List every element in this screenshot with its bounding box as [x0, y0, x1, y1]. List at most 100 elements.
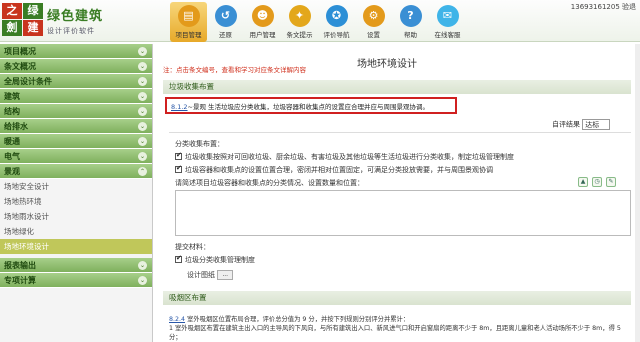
checkbox-row[interactable]: 垃圾容器和收集点的设置位置合理，密闭并相对位置固定，可满足分类投放需要，并与周围…: [175, 164, 493, 175]
user-account[interactable]: 13693161205 验退: [571, 2, 636, 12]
chevron-down-icon: ⌄: [138, 47, 147, 56]
chevron-up-icon: ⌃: [138, 167, 147, 176]
sidebar-item-clause-overview[interactable]: 条文概况 ⌄: [0, 59, 152, 74]
drawing-label: 设计图纸: [187, 271, 215, 279]
nav-undo[interactable]: ↺ 还原: [207, 2, 244, 42]
chevron-down-icon: ⌄: [138, 77, 147, 86]
checkbox[interactable]: [175, 164, 182, 173]
sidebar-item-label: 结构: [4, 107, 20, 116]
clause-note: 注：点击条文编号，查看和学习对应条文详解内容: [163, 66, 306, 74]
nav-label: 用户管理: [249, 31, 276, 39]
nav-online-service[interactable]: ✉ 在线客服: [429, 2, 466, 42]
sidebar-item-label: 专项计算: [4, 276, 36, 285]
chevron-down-icon: ⌄: [138, 276, 147, 285]
sidebar-item-project-overview[interactable]: 项目概况 ⌄: [0, 44, 152, 59]
requirement-text: ~景观 生活垃圾应分类收集，垃圾容器和收集点的设置应合理并应与周围景观协调。: [187, 103, 430, 111]
logo-char: 绿: [23, 3, 43, 19]
chevron-down-icon: ⌄: [138, 62, 147, 71]
user-icon: ☻: [251, 5, 274, 27]
requirement-box: 8.1.2~景观 生活垃圾应分类收集，垃圾容器和收集点的设置应合理并应与周围景观…: [165, 97, 457, 114]
sidebar-item-label: 电气: [4, 152, 20, 161]
sidebar-item-plumbing[interactable]: 给排水 ⌄: [0, 119, 152, 134]
logo-char: 劍: [2, 20, 22, 36]
divider: [169, 132, 631, 133]
checkbox-label: 垃圾收集按照对可回收垃圾、厨余垃圾、有害垃圾及其他垃圾等生活垃圾进行分类收集，制…: [185, 153, 514, 161]
clause-link[interactable]: 8.2.4: [169, 316, 185, 323]
sidebar-item-report-output[interactable]: 报表输出 ⌄: [0, 258, 152, 273]
sidebar-item-landscape[interactable]: 景观 ⌃: [0, 164, 152, 179]
edit-icon[interactable]: ✎: [606, 177, 616, 187]
sidebar-subitem-site-safety[interactable]: 场地安全设计: [0, 179, 152, 194]
checkbox-label: 垃圾容器和收集点的设置位置合理，密闭并相对位置固定，可满足分类投放需要，并与周围…: [185, 166, 493, 174]
undo-icon: ↺: [214, 5, 237, 27]
nav-settings[interactable]: ⚙ 设置: [355, 2, 392, 42]
chevron-down-icon: ⌄: [138, 137, 147, 146]
history-icon[interactable]: ◷: [592, 177, 602, 187]
chevron-down-icon: ⌄: [138, 107, 147, 116]
brand-tagline: 设计评价软件: [47, 27, 95, 35]
nav-label: 在线客服: [434, 31, 461, 39]
description-prompt: 请简述项目垃圾容器和收集点的分类情况、设置数量和位置：: [175, 179, 364, 187]
nav-clause-tips[interactable]: ✦ 条文提示: [281, 2, 318, 42]
chevron-down-icon: ⌄: [138, 122, 147, 131]
sidebar-item-structure[interactable]: 结构 ⌄: [0, 104, 152, 119]
checkbox-row[interactable]: 垃圾分类收集管理制度: [175, 254, 255, 265]
nav-evaluation-guide[interactable]: ✪ 评价导航: [318, 2, 355, 42]
bulb-icon: ✦: [288, 5, 311, 27]
nav-label: 条文提示: [286, 31, 313, 39]
sidebar-item-label: 全局设计条件: [4, 77, 52, 86]
brand: 绿色建筑 设计评价软件: [47, 5, 103, 36]
sidebar-item-label: 报表输出: [4, 261, 36, 270]
nav-help[interactable]: ? 帮助: [392, 2, 429, 42]
compass-icon: ✪: [325, 5, 348, 27]
sidebar-item-hvac[interactable]: 暖通 ⌄: [0, 134, 152, 149]
brand-name: 绿色建筑: [47, 9, 104, 24]
clause-link[interactable]: 8.1.2: [171, 103, 188, 111]
folder-icon: ▤: [177, 5, 200, 27]
submit-materials-label: 提交材料：: [175, 243, 210, 251]
nav-user-management[interactable]: ☻ 用户管理: [244, 2, 281, 42]
chevron-down-icon: ⌄: [138, 261, 147, 270]
checkbox-row[interactable]: 垃圾收集按照对可回收垃圾、厨余垃圾、有害垃圾及其他垃圾等生活垃圾进行分类收集，制…: [175, 151, 514, 162]
sidebar-subitem-site-greening[interactable]: 场地绿化: [0, 224, 152, 239]
nav-label: 还原: [219, 31, 232, 39]
browse-button[interactable]: ...: [217, 270, 234, 280]
chevron-down-icon: ⌄: [138, 152, 147, 161]
top-nav: ▤ 项目管理 ↺ 还原 ☻ 用户管理 ✦ 条文提示 ✪ 评价导航 ⚙ 设置 ? …: [170, 2, 466, 42]
result-select[interactable]: 达标: [582, 119, 611, 130]
editor-toolbar: ▲ ◷ ✎: [574, 177, 616, 187]
chat-icon: ✉: [436, 5, 459, 27]
help-icon: ?: [399, 5, 422, 27]
sidebar-item-label: 项目概况: [4, 47, 36, 56]
section-header-garbage: 垃圾收集布置: [163, 80, 631, 94]
main-content: 场地环境设计 注：点击条文编号，查看和学习对应条文详解内容 垃圾收集布置 8.1…: [157, 44, 635, 342]
sidebar-item-label: 暖通: [4, 137, 20, 146]
sidebar-subitem-site-rainwater[interactable]: 场地雨水设计: [0, 209, 152, 224]
scrollbar[interactable]: [635, 44, 640, 342]
sidebar-item-label: 给排水: [4, 122, 28, 131]
description-textarea[interactable]: [175, 190, 631, 236]
classify-label: 分类收集布置：: [175, 140, 224, 148]
sidebar-item-special-calc[interactable]: 专项计算 ⌄: [0, 273, 152, 288]
self-eval-result: 自评结果 达标: [552, 119, 611, 130]
insert-icon[interactable]: ▲: [578, 177, 588, 187]
sidebar-item-global-conditions[interactable]: 全局设计条件 ⌄: [0, 74, 152, 89]
sidebar-subitem-site-environment[interactable]: 场地环境设计: [0, 239, 152, 254]
sidebar-item-architecture[interactable]: 建筑 ⌄: [0, 89, 152, 104]
checkbox[interactable]: [175, 151, 182, 160]
nav-project-management[interactable]: ▤ 项目管理: [170, 2, 207, 42]
section-header-smoking: 吸烟区布置: [163, 291, 631, 305]
checkbox-label: 垃圾分类收集管理制度: [185, 256, 255, 264]
sidebar-item-electrical[interactable]: 电气 ⌄: [0, 149, 152, 164]
chevron-down-icon: ⌄: [138, 92, 147, 101]
logo-char: 建: [23, 20, 43, 36]
sidebar-item-label: 建筑: [4, 92, 20, 101]
nav-label: 帮助: [404, 31, 417, 39]
smoking-clause: 8.2.4 室外吸烟区位置布局合理，评价总分值为 9 分，并按下列规则分别评分并…: [169, 315, 631, 342]
gear-icon: ⚙: [362, 5, 385, 27]
sidebar-subitem-site-thermal[interactable]: 场地热环境: [0, 194, 152, 209]
logo-char: 之: [2, 3, 22, 19]
result-label: 自评结果: [552, 120, 580, 129]
checkbox[interactable]: [175, 254, 182, 263]
nav-label: 评价导航: [323, 31, 350, 39]
